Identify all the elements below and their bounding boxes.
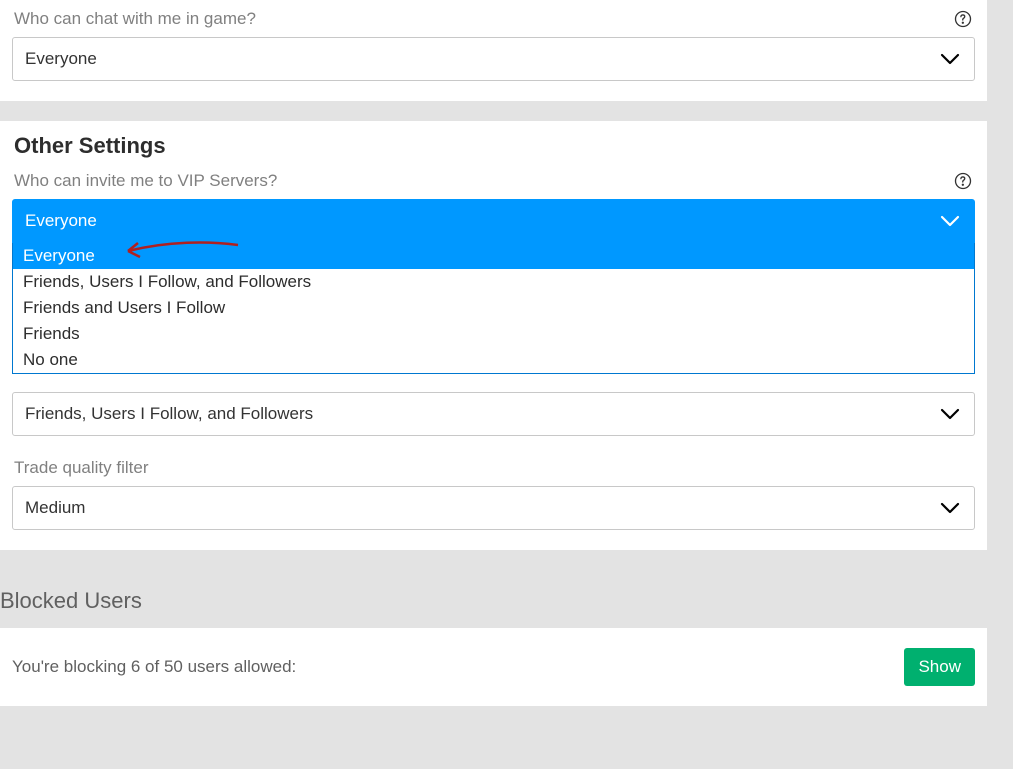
vip-option-friends[interactable]: Friends [13,321,974,347]
help-icon[interactable] [953,171,973,191]
vip-label: Who can invite me to VIP Servers? [14,171,277,191]
chevron-down-icon [938,47,962,71]
vip-select[interactable]: Everyone [12,199,975,243]
chat-settings-panel: Who can chat with me in game? Everyone [0,0,987,101]
vip-option-noone[interactable]: No one [13,347,974,373]
help-icon[interactable] [953,9,973,29]
vip-option-everyone[interactable]: Everyone [13,243,974,269]
vip-label-row: Who can invite me to VIP Servers? [12,167,975,199]
vip-option-friends-follow-followers[interactable]: Friends, Users I Follow, and Followers [13,269,974,295]
chevron-down-icon [938,209,962,233]
trade-filter-select[interactable]: Medium [12,486,975,530]
chevron-down-icon [938,496,962,520]
chat-label-row: Who can chat with me in game? [12,5,975,37]
chevron-down-icon [938,402,962,426]
trade-filter-row: Trade quality filter [12,454,975,486]
vip-select-value: Everyone [25,211,97,231]
chat-select[interactable]: Everyone [12,37,975,81]
blocked-text: You're blocking 6 of 50 users allowed: [12,657,296,677]
vip-option-friends-follow[interactable]: Friends and Users I Follow [13,295,974,321]
trade-filter-value: Medium [25,498,85,518]
other-settings-panel: Other Settings Who can invite me to VIP … [0,121,987,550]
other-settings-title: Other Settings [12,121,975,167]
trade-filter-label: Trade quality filter [14,458,148,478]
secondary-select-value: Friends, Users I Follow, and Followers [25,404,313,424]
blocked-row: You're blocking 6 of 50 users allowed: S… [12,648,975,686]
secondary-select[interactable]: Friends, Users I Follow, and Followers [12,392,975,436]
blocked-users-title: Blocked Users [0,570,987,628]
vip-dropdown-list: Everyone Friends, Users I Follow, and Fo… [12,243,975,374]
show-button[interactable]: Show [904,648,975,686]
chat-label: Who can chat with me in game? [14,9,256,29]
blocked-users-panel: You're blocking 6 of 50 users allowed: S… [0,628,987,706]
chat-select-value: Everyone [25,49,97,69]
